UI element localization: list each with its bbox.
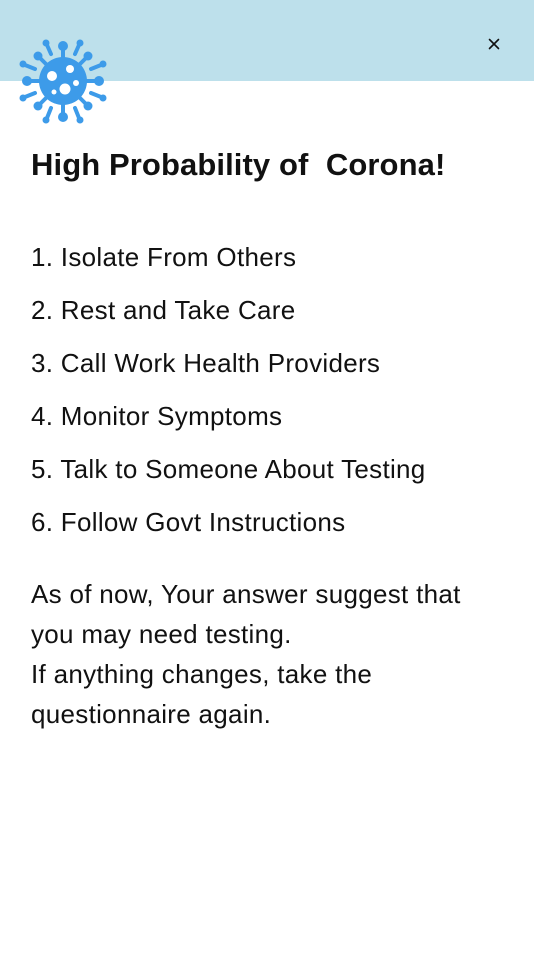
result-message: As of now, Your answer suggest that you … [31,574,491,734]
message-line: If anything changes, take the questionna… [31,659,373,729]
message-line: As of now, Your answer suggest that you … [31,579,461,649]
step-item: 4. Monitor Symptoms [31,401,283,431]
step-item: 3. Call Work Health Providers [31,348,381,378]
close-button[interactable] [482,32,506,56]
step-item: 1. Isolate From Others [31,242,297,272]
result-title: High Probability of Corona! [31,147,446,182]
steps-list: 1. Isolate From Others 2. Rest and Take … [31,236,426,554]
step-item: 6. Follow Govt Instructions [31,507,346,537]
step-item: 5. Talk to Someone About Testing [31,454,426,484]
virus-icon [19,39,107,124]
close-icon[interactable] [488,38,500,50]
result-screen: High Probability of Corona! 1. Isolate F… [0,0,534,976]
step-item: 2. Rest and Take Care [31,295,296,325]
